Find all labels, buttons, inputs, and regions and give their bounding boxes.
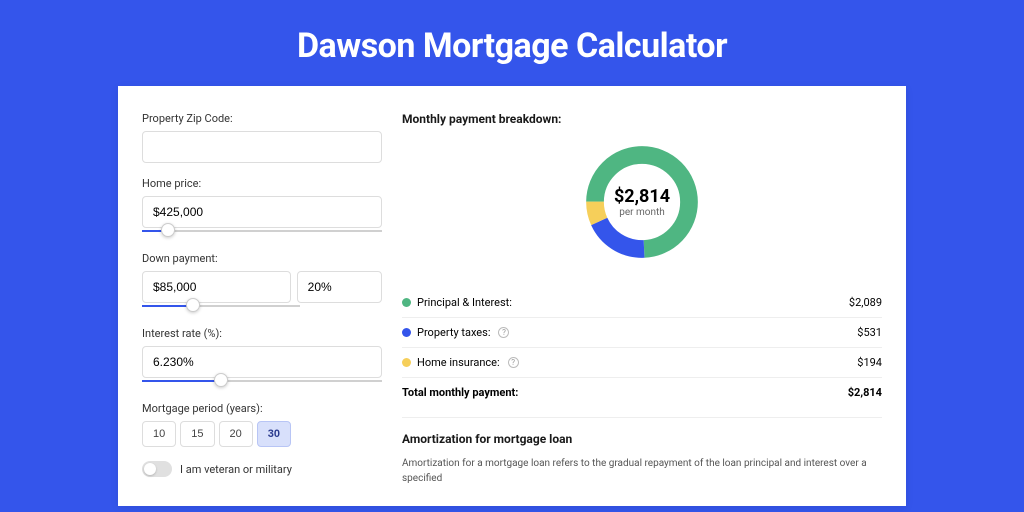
interest-label: Interest rate (%): [142,327,382,340]
down-payment-group: Down payment: [142,252,382,313]
home-price-group: Home price: [142,177,382,238]
legend-total-row: Total monthly payment: $2,814 [402,377,882,407]
legend-row: Home insurance:? $194 [402,347,882,377]
amortization-section: Amortization for mortgage loan Amortizat… [402,417,882,486]
amortization-text: Amortization for a mortgage loan refers … [402,456,882,486]
zip-label: Property Zip Code: [142,112,382,125]
breakdown-title: Monthly payment breakdown: [402,112,882,126]
slider-thumb-icon[interactable] [161,223,175,237]
interest-input[interactable] [142,346,382,378]
period-label: Mortgage period (years): [142,402,382,415]
form-column: Property Zip Code: Home price: Down paym… [142,112,382,506]
legend-row: Property taxes:? $531 [402,317,882,347]
home-price-input[interactable] [142,196,382,228]
total-amount: $2,814 [848,386,882,399]
period-button-20[interactable]: 20 [219,421,253,447]
total-label: Total monthly payment: [402,386,518,399]
toggle-knob-icon [144,463,156,475]
breakdown-column: Monthly payment breakdown: $2,814 per mo… [402,112,882,506]
legend-label: Principal & Interest: [417,296,512,309]
period-button-10[interactable]: 10 [142,421,176,447]
veteran-toggle-row: I am veteran or military [142,461,382,477]
down-payment-input[interactable] [142,271,291,303]
down-payment-slider[interactable] [142,301,300,313]
slider-thumb-icon[interactable] [186,298,200,312]
legend-dot-icon [402,328,411,337]
donut-amount: $2,814 [614,186,670,207]
interest-group: Interest rate (%): [142,327,382,388]
legend-label: Home insurance: [417,356,500,369]
legend-dot-icon [402,298,411,307]
legend-amount: $2,089 [849,296,882,309]
legend-label: Property taxes: [417,326,490,339]
down-payment-pct-input[interactable] [297,271,382,303]
legend-amount: $194 [857,356,882,369]
period-button-30[interactable]: 30 [257,421,291,447]
legend-amount: $531 [857,326,882,339]
period-button-15[interactable]: 15 [180,421,214,447]
donut-per-month: per month [614,207,670,218]
donut-chart: $2,814 per month [402,140,882,264]
home-price-label: Home price: [142,177,382,190]
info-icon[interactable]: ? [498,327,509,338]
calculator-card: Property Zip Code: Home price: Down paym… [118,86,906,506]
interest-slider[interactable] [142,376,382,388]
slider-thumb-icon[interactable] [214,373,228,387]
legend-row: Principal & Interest: $2,089 [402,288,882,317]
down-payment-label: Down payment: [142,252,382,265]
info-icon[interactable]: ? [508,357,519,368]
veteran-label: I am veteran or military [180,463,292,476]
legend-dot-icon [402,358,411,367]
amortization-title: Amortization for mortgage loan [402,432,882,446]
home-price-slider[interactable] [142,226,382,238]
zip-input[interactable] [142,131,382,163]
veteran-toggle[interactable] [142,461,172,477]
page-title: Dawson Mortgage Calculator [0,0,1024,86]
legend-list: Principal & Interest: $2,089 Property taxe… [402,288,882,407]
period-group: Mortgage period (years): 10152030 [142,402,382,447]
zip-field-group: Property Zip Code: [142,112,382,163]
